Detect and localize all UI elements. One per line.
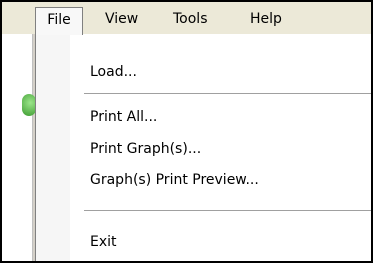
menu-bar: File View Tools Help	[2, 2, 371, 35]
green-status-icon	[22, 94, 36, 116]
menu-item-exit[interactable]: Exit	[90, 230, 117, 254]
menu-item-graphs-print-preview[interactable]: Graph(s) Print Preview...	[90, 168, 259, 192]
application-window: File View Tools Help Load... Print All..…	[0, 0, 373, 263]
menu-separator	[84, 210, 371, 212]
menu-item-print-all[interactable]: Print All...	[90, 105, 157, 129]
file-menu-dropdown: Load... Print All... Print Graph(s)... G…	[35, 34, 371, 261]
menu-separator	[84, 93, 371, 95]
menu-view[interactable]: View	[98, 8, 145, 30]
menu-help[interactable]: Help	[243, 8, 289, 30]
menu-file[interactable]: File	[35, 7, 83, 35]
background-content	[2, 34, 36, 261]
menu-item-print-graphs[interactable]: Print Graph(s)...	[90, 137, 201, 161]
menu-tools[interactable]: Tools	[166, 8, 215, 30]
menu-icon-gutter	[36, 34, 70, 261]
menu-item-load[interactable]: Load...	[90, 60, 137, 84]
